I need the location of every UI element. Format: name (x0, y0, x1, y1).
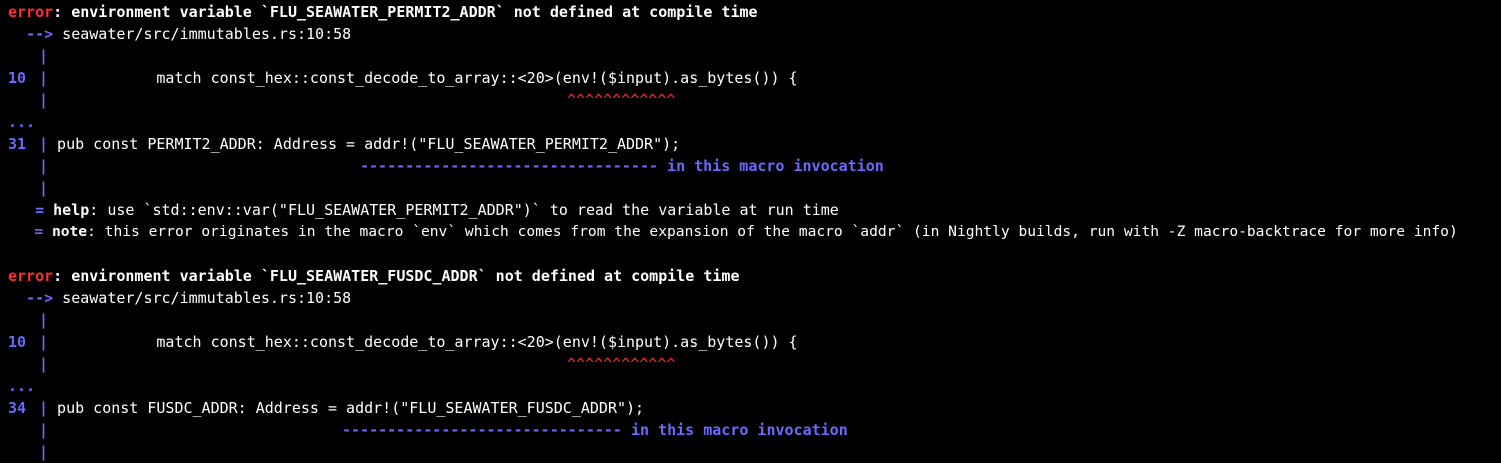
line-number: 10 (8, 69, 27, 87)
gutter-pipe: | (39, 443, 49, 461)
file-location: seawater/src/immutables.rs:10:58 (53, 25, 352, 43)
terminal-output: error: environment variable `FLU_SEAWATE… (0, 0, 1501, 461)
macro-invocation-label: in this macro invocation (621, 421, 848, 439)
line-number: 31 (8, 135, 27, 153)
ellipsis: ... (8, 113, 36, 131)
ellipsis-line: ... (0, 375, 1501, 397)
location-line: --> seawater/src/immutables.rs:10:58 (0, 287, 1501, 309)
note-line: = note: this error originates in the mac… (0, 221, 1501, 243)
macro-underline: ------------------------------- (342, 421, 622, 439)
gutter-pipe: | (39, 135, 49, 153)
note-eq: = (34, 223, 44, 240)
error-header-line: error: environment variable `FLU_SEAWATE… (0, 1, 1501, 23)
source-code: pub const PERMIT2_ADDR: Address = addr!(… (48, 135, 681, 153)
source-line: 31 | pub const PERMIT2_ADDR: Address = ad… (0, 133, 1501, 155)
gutter-pipe: | (39, 157, 49, 175)
help-line: = help: use `std::env::var("FLU_SEAWATER… (0, 199, 1501, 221)
source-code: pub const FUSDC_ADDR: Address = addr!("F… (48, 399, 645, 417)
file-location: seawater/src/immutables.rs:10:58 (53, 289, 352, 307)
source-line: 10 | match const_hex::const_decode_to_arr… (0, 67, 1501, 89)
gutter-pipe: | (39, 355, 49, 373)
gutter-pipe: | (39, 91, 49, 109)
gutter-pipe: | (39, 311, 49, 329)
gutter-pipe: | (39, 47, 49, 65)
macro-invocation-label: in this macro invocation (658, 157, 884, 175)
ellipsis-line: ... (0, 111, 1501, 133)
macro-invocation-line: | ------------------------------- in this… (0, 419, 1501, 441)
error-carets: ^^^^^^^^^^^^ (567, 91, 676, 109)
gutter-line: | (0, 177, 1501, 199)
error-carets: ^^^^^^^^^^^^ (567, 355, 676, 373)
gutter-line: | (0, 45, 1501, 67)
gutter-pipe: | (39, 333, 49, 351)
caret-line: | ^^^^^^^^^^^^ (0, 353, 1501, 375)
macro-invocation-line: | --------------------------------- in th… (0, 155, 1501, 177)
location-arrow: --> (26, 289, 54, 307)
help-eq: = (35, 201, 45, 219)
error-header-line: error: environment variable `FLU_SEAWATE… (0, 265, 1501, 287)
error-message: : environment variable `FLU_SEAWATER_PER… (53, 3, 758, 21)
gutter-pipe: | (39, 399, 49, 417)
error-label: error (8, 267, 54, 285)
gutter-pipe: | (39, 421, 49, 439)
gutter-line: | (0, 441, 1501, 463)
error-message: : environment variable `FLU_SEAWATER_FUS… (53, 267, 740, 285)
gutter-pipe: | (39, 179, 49, 197)
help-text: : use `std::env::var("FLU_SEAWATER_PERMI… (89, 201, 839, 219)
ellipsis: ... (8, 377, 36, 395)
macro-underline: --------------------------------- (360, 157, 659, 175)
error-label: error (8, 3, 54, 21)
source-line: 34 | pub const FUSDC_ADDR: Address = addr… (0, 397, 1501, 419)
note-label: note (51, 223, 88, 240)
location-line: --> seawater/src/immutables.rs:10:58 (0, 23, 1501, 45)
gutter-line: | (0, 309, 1501, 331)
line-number: 34 (8, 399, 27, 417)
source-code: match const_hex::const_decode_to_array::… (48, 69, 798, 87)
location-arrow: --> (26, 25, 54, 43)
help-label: help (53, 201, 90, 219)
source-line: 10 | match const_hex::const_decode_to_arr… (0, 331, 1501, 353)
source-code: match const_hex::const_decode_to_array::… (48, 333, 798, 351)
note-text: : this error originates in the macro `en… (87, 223, 1458, 240)
caret-line: | ^^^^^^^^^^^^ (0, 89, 1501, 111)
line-number: 10 (8, 333, 27, 351)
gutter-pipe: | (39, 69, 49, 87)
